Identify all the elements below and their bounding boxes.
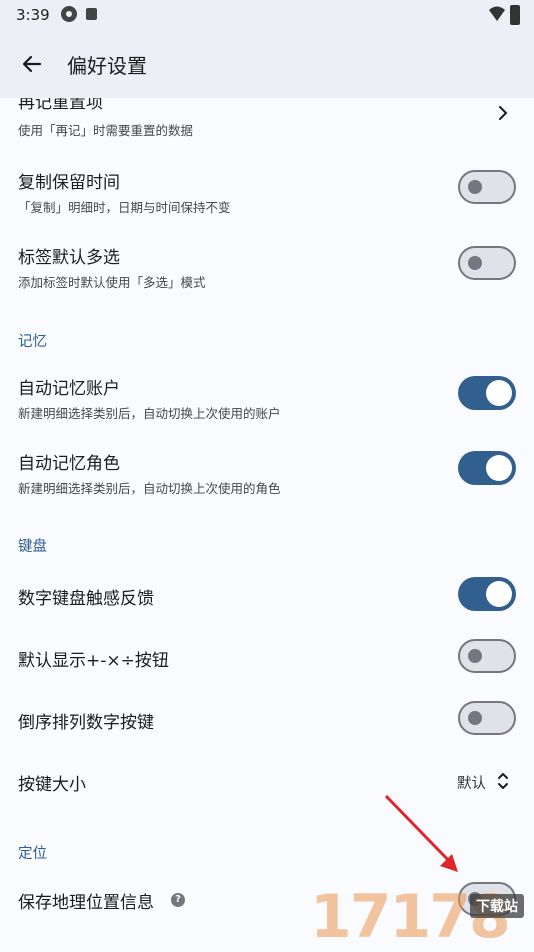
app-bar: 偏好设置 (0, 30, 534, 98)
tag-multi-select-title: 标签默认多选 (18, 248, 120, 268)
toggle-knob (486, 455, 512, 481)
section-header-keyboard: 键盘 (18, 539, 47, 555)
reset-items-row[interactable]: 再记重置项 使用「再记」时需要重置的数据 (0, 98, 534, 146)
toggle-knob (468, 711, 482, 725)
reverse-digits-row[interactable]: 倒序排列数字按键 (0, 696, 534, 746)
app-notification-icon (61, 6, 77, 22)
auto-account-toggle[interactable] (458, 376, 516, 410)
wifi-icon (489, 6, 505, 21)
toggle-knob (486, 380, 512, 406)
save-location-title: 保存地理位置信息 (18, 893, 154, 913)
chevron-right-icon (499, 106, 508, 120)
copy-keep-time-toggle[interactable] (458, 170, 516, 204)
status-bar: 3:39 (0, 0, 534, 30)
reset-items-subtitle: 使用「再记」时需要重置的数据 (18, 123, 194, 138)
copy-keep-time-row[interactable]: 复制保留时间 「复制」明细时，日期与时间保持不变 (0, 166, 534, 226)
tag-multi-select-toggle[interactable] (458, 246, 516, 280)
auto-account-subtitle: 新建明细选择类别后，自动切换上次使用的账户 (18, 406, 281, 421)
page-title: 偏好设置 (67, 54, 147, 78)
tag-multi-select-subtitle: 添加标签时默认使用「多选」模式 (18, 275, 206, 290)
battery-icon (510, 5, 520, 25)
reverse-digits-toggle[interactable] (458, 701, 516, 735)
auto-account-row[interactable]: 自动记忆账户 新建明细选择类别后，自动切换上次使用的账户 (0, 372, 534, 432)
unfold-more-icon[interactable] (496, 769, 510, 793)
reverse-digits-title: 倒序排列数字按键 (18, 713, 154, 733)
toggle-knob (486, 581, 512, 607)
key-size-title: 按键大小 (18, 775, 86, 795)
auto-role-subtitle: 新建明细选择类别后，自动切换上次使用的角色 (18, 481, 281, 496)
back-arrow-icon[interactable] (18, 50, 46, 78)
toggle-knob (468, 649, 482, 663)
auto-role-row[interactable]: 自动记忆角色 新建明细选择类别后，自动切换上次使用的角色 (0, 447, 534, 507)
auto-role-toggle[interactable] (458, 451, 516, 485)
auto-role-title: 自动记忆角色 (18, 454, 120, 474)
notification-a-icon (86, 8, 97, 20)
status-time: 3:39 (16, 6, 50, 24)
tag-multi-select-row[interactable]: 标签默认多选 添加标签时默认使用「多选」模式 (0, 241, 534, 301)
reset-items-title: 再记重置项 (18, 98, 103, 113)
section-header-memory: 记忆 (18, 334, 47, 350)
toggle-knob (468, 180, 482, 194)
haptic-toggle[interactable] (458, 577, 516, 611)
copy-keep-time-subtitle: 「复制」明细时，日期与时间保持不变 (18, 200, 231, 215)
section-header-location: 定位 (18, 846, 47, 862)
haptic-row[interactable]: 数字键盘触感反馈 (0, 572, 534, 622)
toggle-knob (468, 256, 482, 270)
show-ops-title: 默认显示+-×÷按钮 (18, 651, 169, 671)
haptic-title: 数字键盘触感反馈 (18, 589, 154, 609)
show-ops-toggle[interactable] (458, 639, 516, 673)
help-icon[interactable]: ? (171, 893, 185, 907)
show-ops-row[interactable]: 默认显示+-×÷按钮 (0, 634, 534, 684)
red-arrow-annotation (384, 794, 458, 872)
copy-keep-time-title: 复制保留时间 (18, 173, 120, 193)
auto-account-title: 自动记忆账户 (18, 379, 120, 399)
watermark-badge: 下载站 (470, 894, 524, 918)
